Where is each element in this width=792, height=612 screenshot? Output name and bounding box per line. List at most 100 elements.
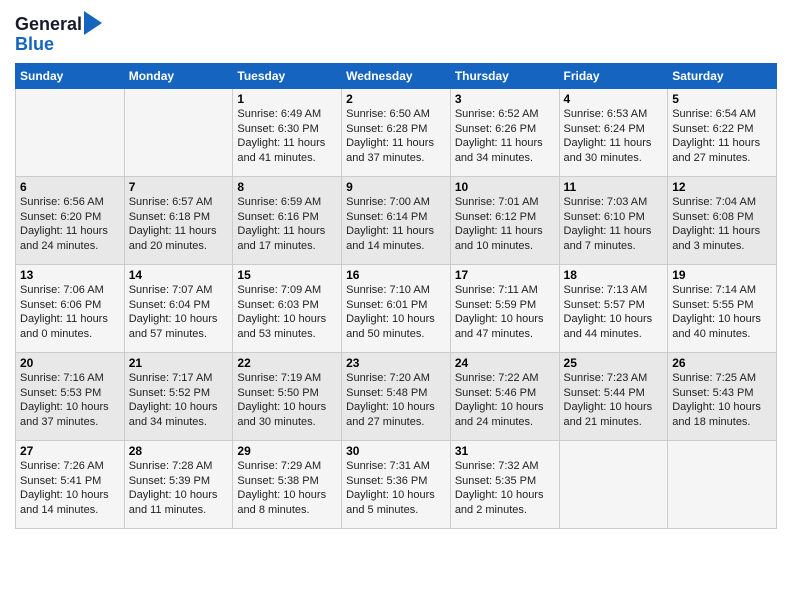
day-info: Sunrise: 7:23 AM Sunset: 5:44 PM Dayligh… — [564, 371, 664, 430]
day-info: Sunrise: 6:50 AM Sunset: 6:28 PM Dayligh… — [346, 107, 446, 166]
calendar-cell: 2Sunrise: 6:50 AM Sunset: 6:28 PM Daylig… — [342, 88, 451, 176]
day-info: Sunrise: 6:56 AM Sunset: 6:20 PM Dayligh… — [20, 195, 120, 254]
calendar-cell — [668, 440, 777, 528]
column-header-monday: Monday — [124, 63, 233, 88]
calendar-cell: 12Sunrise: 7:04 AM Sunset: 6:08 PM Dayli… — [668, 176, 777, 264]
column-header-tuesday: Tuesday — [233, 63, 342, 88]
calendar-cell: 1Sunrise: 6:49 AM Sunset: 6:30 PM Daylig… — [233, 88, 342, 176]
day-number: 29 — [237, 444, 337, 458]
column-header-saturday: Saturday — [668, 63, 777, 88]
column-header-wednesday: Wednesday — [342, 63, 451, 88]
day-number: 11 — [564, 180, 664, 194]
calendar-cell: 25Sunrise: 7:23 AM Sunset: 5:44 PM Dayli… — [559, 352, 668, 440]
calendar-week-1: 1Sunrise: 6:49 AM Sunset: 6:30 PM Daylig… — [16, 88, 777, 176]
calendar-week-5: 27Sunrise: 7:26 AM Sunset: 5:41 PM Dayli… — [16, 440, 777, 528]
calendar-cell: 20Sunrise: 7:16 AM Sunset: 5:53 PM Dayli… — [16, 352, 125, 440]
column-header-thursday: Thursday — [450, 63, 559, 88]
day-number: 10 — [455, 180, 555, 194]
logo-arrow-icon — [84, 11, 102, 35]
day-number: 1 — [237, 92, 337, 106]
calendar-cell: 23Sunrise: 7:20 AM Sunset: 5:48 PM Dayli… — [342, 352, 451, 440]
day-info: Sunrise: 7:13 AM Sunset: 5:57 PM Dayligh… — [564, 283, 664, 342]
day-info: Sunrise: 6:53 AM Sunset: 6:24 PM Dayligh… — [564, 107, 664, 166]
day-info: Sunrise: 7:10 AM Sunset: 6:01 PM Dayligh… — [346, 283, 446, 342]
column-header-friday: Friday — [559, 63, 668, 88]
day-number: 6 — [20, 180, 120, 194]
day-info: Sunrise: 7:14 AM Sunset: 5:55 PM Dayligh… — [672, 283, 772, 342]
calendar-cell: 31Sunrise: 7:32 AM Sunset: 5:35 PM Dayli… — [450, 440, 559, 528]
calendar-week-4: 20Sunrise: 7:16 AM Sunset: 5:53 PM Dayli… — [16, 352, 777, 440]
day-number: 21 — [129, 356, 229, 370]
day-number: 15 — [237, 268, 337, 282]
day-info: Sunrise: 7:16 AM Sunset: 5:53 PM Dayligh… — [20, 371, 120, 430]
calendar-body: 1Sunrise: 6:49 AM Sunset: 6:30 PM Daylig… — [16, 88, 777, 528]
calendar-week-3: 13Sunrise: 7:06 AM Sunset: 6:06 PM Dayli… — [16, 264, 777, 352]
calendar-cell: 16Sunrise: 7:10 AM Sunset: 6:01 PM Dayli… — [342, 264, 451, 352]
day-number: 7 — [129, 180, 229, 194]
day-number: 19 — [672, 268, 772, 282]
day-info: Sunrise: 6:54 AM Sunset: 6:22 PM Dayligh… — [672, 107, 772, 166]
calendar-cell — [124, 88, 233, 176]
calendar-cell: 26Sunrise: 7:25 AM Sunset: 5:43 PM Dayli… — [668, 352, 777, 440]
day-info: Sunrise: 7:03 AM Sunset: 6:10 PM Dayligh… — [564, 195, 664, 254]
day-info: Sunrise: 7:32 AM Sunset: 5:35 PM Dayligh… — [455, 459, 555, 518]
day-number: 26 — [672, 356, 772, 370]
logo-text-blue: Blue — [15, 35, 54, 55]
day-number: 17 — [455, 268, 555, 282]
calendar-cell — [16, 88, 125, 176]
calendar-cell: 11Sunrise: 7:03 AM Sunset: 6:10 PM Dayli… — [559, 176, 668, 264]
calendar-header-row: SundayMondayTuesdayWednesdayThursdayFrid… — [16, 63, 777, 88]
day-info: Sunrise: 6:59 AM Sunset: 6:16 PM Dayligh… — [237, 195, 337, 254]
day-number: 5 — [672, 92, 772, 106]
day-info: Sunrise: 6:49 AM Sunset: 6:30 PM Dayligh… — [237, 107, 337, 166]
day-number: 4 — [564, 92, 664, 106]
day-number: 2 — [346, 92, 446, 106]
day-number: 18 — [564, 268, 664, 282]
day-info: Sunrise: 7:28 AM Sunset: 5:39 PM Dayligh… — [129, 459, 229, 518]
day-number: 12 — [672, 180, 772, 194]
day-number: 14 — [129, 268, 229, 282]
calendar-cell: 27Sunrise: 7:26 AM Sunset: 5:41 PM Dayli… — [16, 440, 125, 528]
calendar-cell: 13Sunrise: 7:06 AM Sunset: 6:06 PM Dayli… — [16, 264, 125, 352]
calendar-cell: 7Sunrise: 6:57 AM Sunset: 6:18 PM Daylig… — [124, 176, 233, 264]
day-number: 9 — [346, 180, 446, 194]
day-info: Sunrise: 7:19 AM Sunset: 5:50 PM Dayligh… — [237, 371, 337, 430]
day-info: Sunrise: 7:29 AM Sunset: 5:38 PM Dayligh… — [237, 459, 337, 518]
calendar-cell: 4Sunrise: 6:53 AM Sunset: 6:24 PM Daylig… — [559, 88, 668, 176]
calendar-cell: 5Sunrise: 6:54 AM Sunset: 6:22 PM Daylig… — [668, 88, 777, 176]
calendar-cell: 17Sunrise: 7:11 AM Sunset: 5:59 PM Dayli… — [450, 264, 559, 352]
day-number: 23 — [346, 356, 446, 370]
day-info: Sunrise: 7:04 AM Sunset: 6:08 PM Dayligh… — [672, 195, 772, 254]
day-info: Sunrise: 7:09 AM Sunset: 6:03 PM Dayligh… — [237, 283, 337, 342]
day-info: Sunrise: 7:26 AM Sunset: 5:41 PM Dayligh… — [20, 459, 120, 518]
day-info: Sunrise: 7:17 AM Sunset: 5:52 PM Dayligh… — [129, 371, 229, 430]
day-info: Sunrise: 7:25 AM Sunset: 5:43 PM Dayligh… — [672, 371, 772, 430]
calendar-cell: 8Sunrise: 6:59 AM Sunset: 6:16 PM Daylig… — [233, 176, 342, 264]
page-header: General Blue — [15, 10, 777, 55]
calendar-cell: 9Sunrise: 7:00 AM Sunset: 6:14 PM Daylig… — [342, 176, 451, 264]
day-info: Sunrise: 6:57 AM Sunset: 6:18 PM Dayligh… — [129, 195, 229, 254]
calendar-cell: 28Sunrise: 7:28 AM Sunset: 5:39 PM Dayli… — [124, 440, 233, 528]
day-info: Sunrise: 7:11 AM Sunset: 5:59 PM Dayligh… — [455, 283, 555, 342]
day-info: Sunrise: 7:31 AM Sunset: 5:36 PM Dayligh… — [346, 459, 446, 518]
calendar-cell: 21Sunrise: 7:17 AM Sunset: 5:52 PM Dayli… — [124, 352, 233, 440]
calendar-cell: 29Sunrise: 7:29 AM Sunset: 5:38 PM Dayli… — [233, 440, 342, 528]
calendar-cell — [559, 440, 668, 528]
day-info: Sunrise: 7:00 AM Sunset: 6:14 PM Dayligh… — [346, 195, 446, 254]
day-number: 22 — [237, 356, 337, 370]
day-number: 16 — [346, 268, 446, 282]
calendar-cell: 14Sunrise: 7:07 AM Sunset: 6:04 PM Dayli… — [124, 264, 233, 352]
column-header-sunday: Sunday — [16, 63, 125, 88]
day-number: 25 — [564, 356, 664, 370]
calendar-table: SundayMondayTuesdayWednesdayThursdayFrid… — [15, 63, 777, 529]
calendar-cell: 18Sunrise: 7:13 AM Sunset: 5:57 PM Dayli… — [559, 264, 668, 352]
day-number: 20 — [20, 356, 120, 370]
logo-text-general: General — [15, 15, 82, 35]
day-number: 8 — [237, 180, 337, 194]
calendar-cell: 30Sunrise: 7:31 AM Sunset: 5:36 PM Dayli… — [342, 440, 451, 528]
day-info: Sunrise: 7:07 AM Sunset: 6:04 PM Dayligh… — [129, 283, 229, 342]
day-number: 13 — [20, 268, 120, 282]
calendar-cell: 24Sunrise: 7:22 AM Sunset: 5:46 PM Dayli… — [450, 352, 559, 440]
day-info: Sunrise: 7:20 AM Sunset: 5:48 PM Dayligh… — [346, 371, 446, 430]
calendar-cell: 15Sunrise: 7:09 AM Sunset: 6:03 PM Dayli… — [233, 264, 342, 352]
